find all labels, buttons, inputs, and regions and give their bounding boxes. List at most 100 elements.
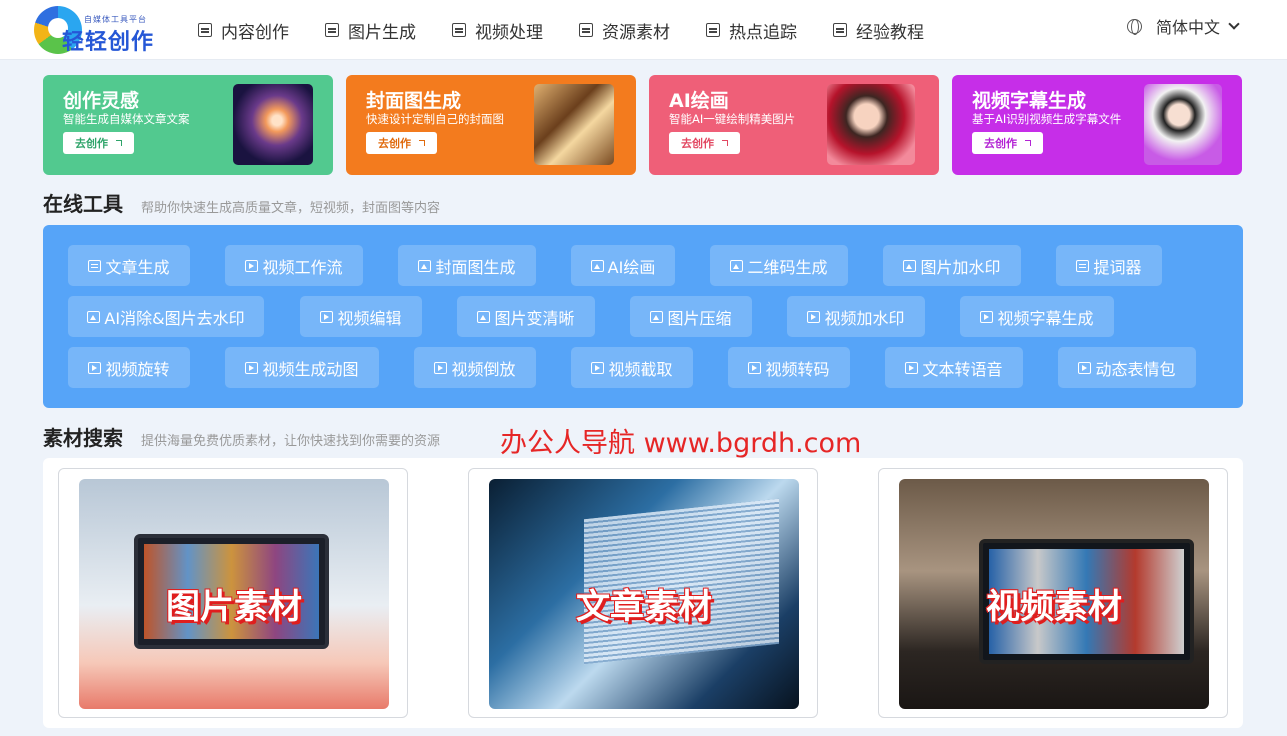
card-title: 封面图生成 xyxy=(366,90,462,112)
nav-item-video-processing[interactable]: 视频处理 xyxy=(452,5,543,55)
tool-cover-generation[interactable]: 封面图生成 xyxy=(398,245,536,286)
tool-label: 图片压缩 xyxy=(667,308,732,328)
go-create-button[interactable]: 去创作 xyxy=(669,132,740,154)
nav-item-label: 视频处理 xyxy=(475,22,543,43)
logo-name: 轻轻创作 xyxy=(62,30,155,55)
tool-label: 视频倒放 xyxy=(451,359,516,379)
nav-item-trending[interactable]: 热点追踪 xyxy=(706,5,797,55)
nav-item-label: 经验教程 xyxy=(856,22,924,43)
image-icon xyxy=(650,310,664,323)
card-title: AI绘画 xyxy=(669,90,729,112)
tool-label: 视频工作流 xyxy=(262,257,343,277)
image-icon xyxy=(418,259,432,272)
video-icon xyxy=(807,310,821,323)
nav-item-label: 内容创作 xyxy=(221,22,289,43)
document-icon xyxy=(1076,259,1090,272)
tool-label: 视频转码 xyxy=(765,359,830,379)
video-icon xyxy=(320,310,334,323)
tool-article-generation[interactable]: 文章生成 xyxy=(68,245,190,286)
video-icon xyxy=(591,361,605,374)
language-label: 简体中文 xyxy=(1156,18,1221,37)
card-title: 视频字幕生成 xyxy=(972,90,1087,112)
tool-video-workflow[interactable]: 视频工作流 xyxy=(225,245,363,286)
material-card-articles[interactable]: 文章素材 xyxy=(468,468,818,718)
material-label: 文章素材 xyxy=(576,587,712,627)
chevron-down-icon xyxy=(1228,18,1240,30)
material-image: 文章素材 xyxy=(489,479,799,709)
image-icon xyxy=(590,259,604,272)
feature-card-inspiration[interactable]: 创作灵感 智能生成自媒体文章文案 去创作 xyxy=(43,75,333,175)
main-nav: 内容创作 图片生成 视频处理 资源素材 热点追踪 经验教程 xyxy=(198,0,960,60)
arrow-up-right-icon xyxy=(419,140,425,146)
tool-ai-erase-watermark[interactable]: AI消除&图片去水印 xyxy=(68,296,264,337)
tool-video-to-gif[interactable]: 视频生成动图 xyxy=(225,347,379,388)
tool-image-enhance[interactable]: 图片变清晰 xyxy=(457,296,595,337)
go-create-button[interactable]: 去创作 xyxy=(972,132,1043,154)
video-icon xyxy=(980,310,994,323)
button-label: 去创作 xyxy=(681,137,714,150)
tool-video-transcode[interactable]: 视频转码 xyxy=(728,347,850,388)
tool-text-to-speech[interactable]: 文本转语音 xyxy=(885,347,1023,388)
tool-image-watermark[interactable]: 图片加水印 xyxy=(883,245,1021,286)
tool-label: 视频字幕生成 xyxy=(997,308,1094,328)
tool-label: 视频旋转 xyxy=(105,359,170,379)
tool-label: 二维码生成 xyxy=(747,257,828,277)
site-logo[interactable]: 自媒体工具平台 轻轻创作 xyxy=(34,2,164,56)
inbox-icon xyxy=(579,23,593,37)
feature-card-cover-generation[interactable]: 封面图生成 快速设计定制自己的封面图 去创作 xyxy=(346,75,636,175)
globe-icon xyxy=(1127,18,1142,35)
video-icon xyxy=(245,259,259,272)
card-description: 智能AI一键绘制精美图片 xyxy=(669,112,796,126)
tool-video-trim[interactable]: 视频截取 xyxy=(571,347,693,388)
news-icon xyxy=(706,23,720,37)
video-icon xyxy=(88,361,102,374)
go-create-button[interactable]: 去创作 xyxy=(63,132,134,154)
nav-item-tutorials[interactable]: 经验教程 xyxy=(833,5,924,55)
tool-video-reverse[interactable]: 视频倒放 xyxy=(414,347,536,388)
material-card-images[interactable]: 图片素材 xyxy=(58,468,408,718)
nav-item-label: 资源素材 xyxy=(602,22,670,43)
language-selector[interactable]: 简体中文 xyxy=(1127,12,1240,40)
arrow-up-right-icon xyxy=(1025,140,1031,146)
image-icon xyxy=(903,259,917,272)
tool-ai-painting[interactable]: AI绘画 xyxy=(571,245,675,286)
card-title: 创作灵感 xyxy=(63,90,140,112)
tool-video-subtitles[interactable]: 视频字幕生成 xyxy=(960,296,1114,337)
tool-video-rotate[interactable]: 视频旋转 xyxy=(68,347,190,388)
document-icon xyxy=(88,259,102,272)
tools-panel: 文章生成 视频工作流 封面图生成 AI绘画 二维码生成 图片加水印 提词器 AI… xyxy=(43,225,1243,408)
go-create-button[interactable]: 去创作 xyxy=(366,132,437,154)
nav-item-resources[interactable]: 资源素材 xyxy=(579,5,670,55)
card-description: 智能生成自媒体文章文案 xyxy=(63,112,190,126)
feature-card-video-subtitles[interactable]: 视频字幕生成 基于AI识别视频生成字幕文件 去创作 xyxy=(952,75,1242,175)
card-illustration xyxy=(534,84,614,165)
tool-label: 视频加水印 xyxy=(824,308,905,328)
tool-label: 文章生成 xyxy=(105,257,170,277)
tool-qrcode-generation[interactable]: 二维码生成 xyxy=(710,245,848,286)
site-watermark-text: 办公人导航 www.bgrdh.com xyxy=(500,428,862,459)
tool-label: 视频生成动图 xyxy=(262,359,359,379)
tool-video-editing[interactable]: 视频编辑 xyxy=(300,296,422,337)
arrow-up-right-icon xyxy=(722,140,728,146)
nav-item-image-generation[interactable]: 图片生成 xyxy=(325,5,416,55)
material-image: 视频素材 xyxy=(899,479,1209,709)
tool-label: 文本转语音 xyxy=(922,359,1003,379)
button-label: 去创作 xyxy=(75,137,108,150)
material-card-videos[interactable]: 视频素材 xyxy=(878,468,1228,718)
tool-label: 动态表情包 xyxy=(1095,359,1176,379)
tool-video-watermark[interactable]: 视频加水印 xyxy=(787,296,925,337)
nav-item-content-creation[interactable]: 内容创作 xyxy=(198,5,289,55)
feature-card-ai-painting[interactable]: AI绘画 智能AI一键绘制精美图片 去创作 xyxy=(649,75,939,175)
button-label: 去创作 xyxy=(984,137,1017,150)
tool-animated-stickers[interactable]: 动态表情包 xyxy=(1058,347,1196,388)
image-icon xyxy=(477,310,491,323)
tool-teleprompter[interactable]: 提词器 xyxy=(1056,245,1162,286)
tool-label: 图片加水印 xyxy=(920,257,1001,277)
tool-image-compress[interactable]: 图片压缩 xyxy=(630,296,752,337)
card-description: 基于AI识别视频生成字幕文件 xyxy=(972,112,1122,126)
image-icon xyxy=(87,310,101,323)
tool-label: AI消除&图片去水印 xyxy=(104,308,245,328)
tool-label: AI绘画 xyxy=(607,257,656,277)
video-icon xyxy=(1078,361,1092,374)
material-label: 视频素材 xyxy=(986,587,1122,627)
